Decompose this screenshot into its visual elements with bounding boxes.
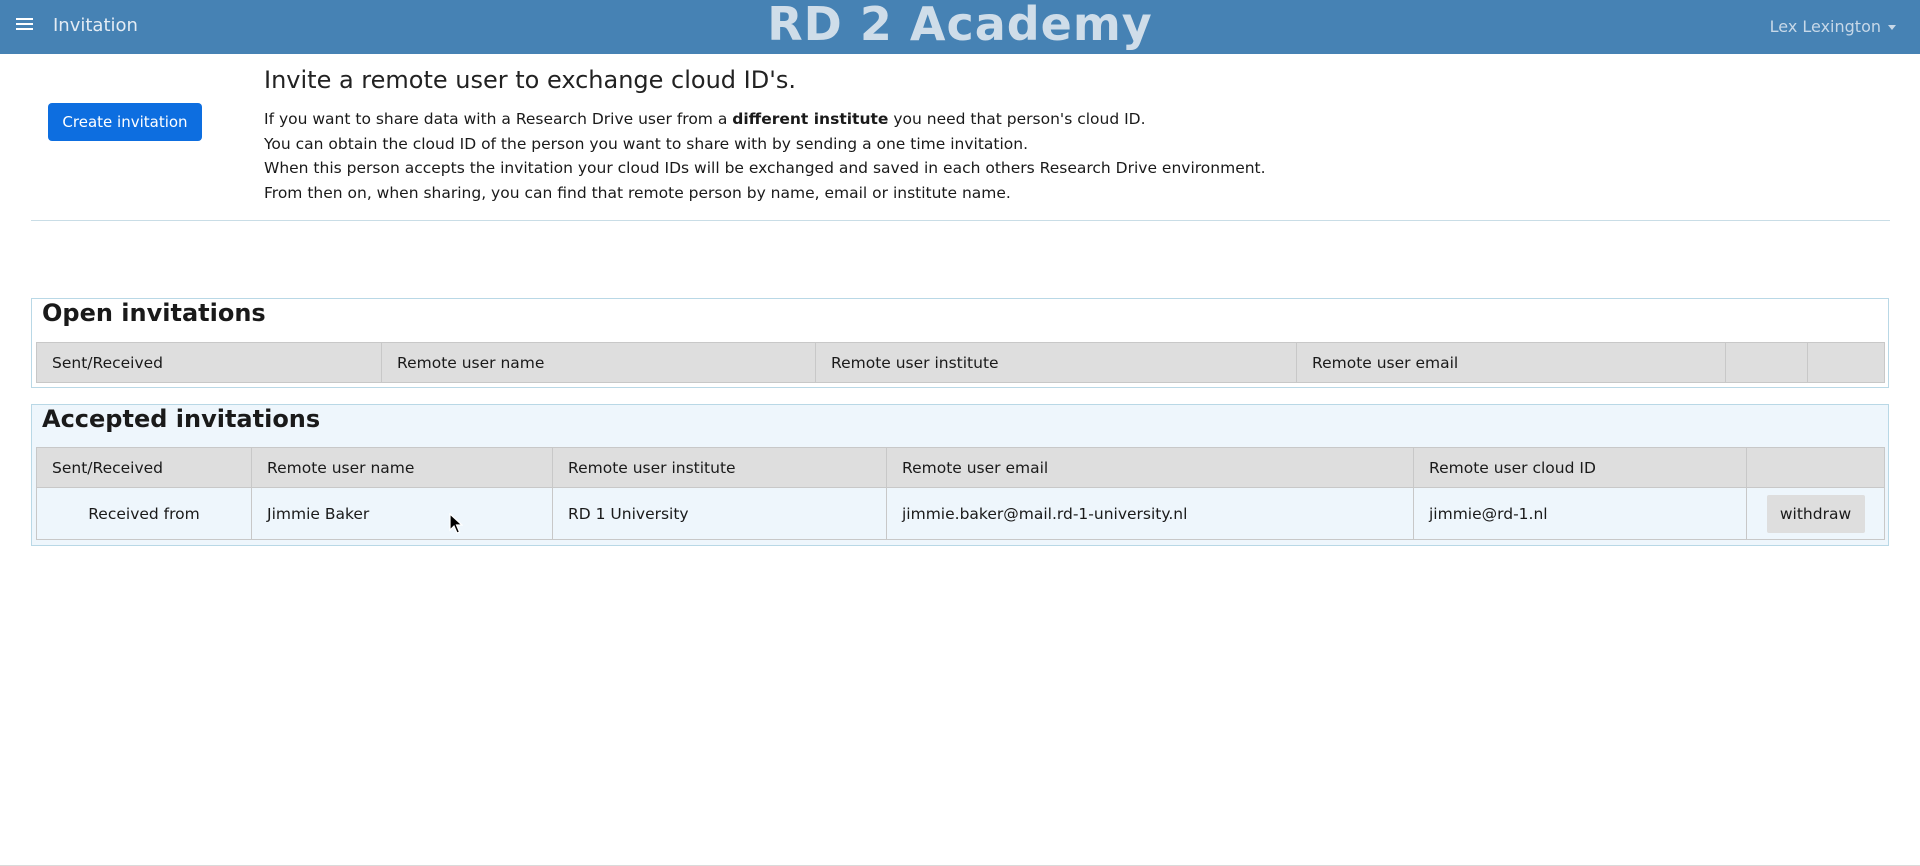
name-cell: Jimmie Baker [251,487,553,540]
institute-cell: RD 1 University [552,487,887,540]
table-header-row: Sent/Received Remote user name Remote us… [36,447,1885,488]
column-header: Sent/Received [36,342,382,383]
open-invitations-title: Open invitations [42,299,266,327]
table-row: Received from Jimmie Baker RD 1 Universi… [36,487,1885,540]
intro-line-1-post: you need that person's cloud ID. [888,110,1146,128]
column-header [1807,342,1885,383]
column-header [1725,342,1808,383]
cloud-id-cell: jimmie@rd-1.nl [1413,487,1747,540]
column-header: Remote user name [381,342,816,383]
column-header: Remote user cloud ID [1413,447,1747,488]
intro-line-1: If you want to share data with a Researc… [264,107,1266,132]
accepted-invitations-table: Sent/Received Remote user name Remote us… [36,447,1885,540]
accepted-invitations-panel: Accepted invitations Sent/Received Remot… [31,404,1889,546]
column-header: Remote user institute [552,447,887,488]
column-header: Sent/Received [36,447,252,488]
create-invitation-button[interactable]: Create invitation [48,103,202,141]
caret-down-icon [1888,25,1896,30]
column-header [1746,447,1885,488]
action-cell: withdraw [1746,487,1885,540]
open-invitations-table: Sent/Received Remote user name Remote us… [36,342,1885,383]
direction-cell: Received from [36,487,252,540]
accepted-invitations-title: Accepted invitations [42,405,321,433]
app-title: RD 2 Academy [767,0,1153,51]
intro-line-2: You can obtain the cloud ID of the perso… [264,134,1029,153]
column-header: Remote user name [251,447,553,488]
column-header: Remote user email [1296,342,1726,383]
intro-line-3: When this person accepts the invitation … [264,159,1266,177]
column-header: Remote user email [886,447,1414,488]
column-header: Remote user institute [815,342,1297,383]
intro-section: Invite a remote user to exchange cloud I… [264,66,1266,205]
top-navbar: Invitation RD 2 Academy Lex Lexington [0,0,1920,54]
intro-heading: Invite a remote user to exchange cloud I… [264,66,796,94]
intro-line-1-pre: If you want to share data with a Researc… [264,110,733,128]
email-cell: jimmie.baker@mail.rd-1-university.nl [886,487,1414,540]
withdraw-button[interactable]: withdraw [1766,494,1865,533]
table-header-row: Sent/Received Remote user name Remote us… [36,342,1885,383]
intro-line-4: From then on, when sharing, you can find… [264,183,1011,202]
mouse-cursor-icon [449,513,463,534]
section-divider [31,220,1890,221]
intro-line-1-bold: different institute [732,110,889,128]
user-name: Lex Lexington [1769,17,1881,36]
open-invitations-panel: Open invitations Sent/Received Remote us… [31,298,1889,388]
user-menu-dropdown[interactable]: Lex Lexington [1770,17,1896,36]
